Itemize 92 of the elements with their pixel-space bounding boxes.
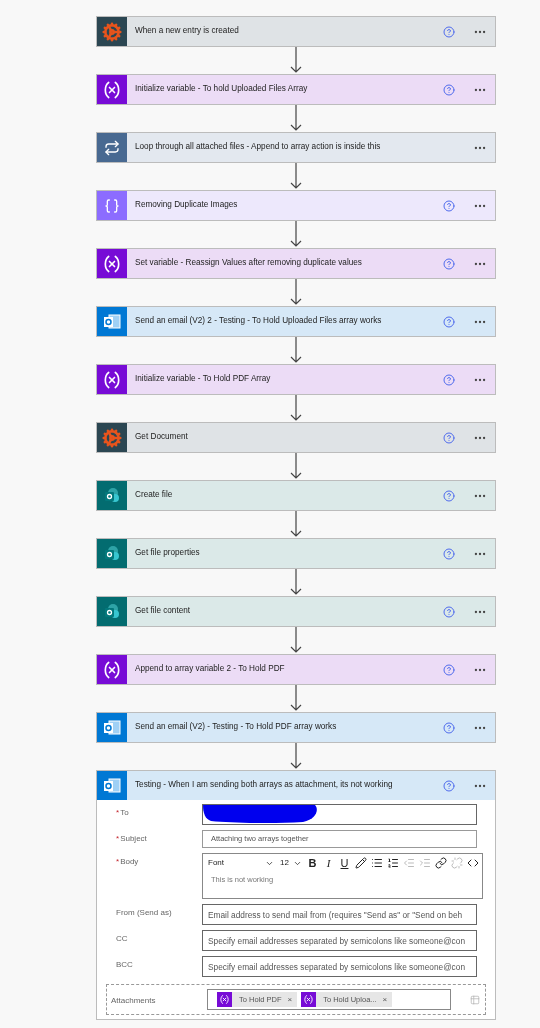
step-title: Set variable - Reassign Values after removing duplicate values (135, 257, 363, 270)
variable-icon (102, 659, 122, 680)
variable-icon (102, 79, 122, 100)
help-icon[interactable] (443, 431, 455, 444)
connector-arrow (290, 337, 302, 364)
connector-arrow (290, 511, 302, 538)
gear-icon (102, 427, 122, 448)
help-icon[interactable] (443, 257, 455, 270)
field-label: From (Send as) (116, 907, 172, 919)
variable-icon (102, 369, 122, 390)
step-header[interactable]: Set variable - Reassign Values after removing duplicate values (97, 249, 495, 278)
step-title: Get file properties (135, 547, 201, 560)
step-header[interactable]: When a new entry is created (97, 17, 495, 46)
field-label: CC (116, 933, 128, 945)
connector-arrow (290, 453, 302, 480)
step-header[interactable]: Get Document (97, 423, 495, 452)
font-select[interactable]: Font (205, 855, 277, 871)
help-icon[interactable] (443, 779, 455, 792)
step-header[interactable]: Append to array variable 2 - To Hold PDF (97, 655, 495, 684)
help-icon[interactable] (443, 25, 455, 38)
numbered-list-button[interactable] (385, 855, 400, 871)
input-field[interactable]: Specify email addresses separated by semicolons like someone@con (202, 956, 477, 977)
required-mark: * (116, 833, 120, 845)
help-icon[interactable] (443, 605, 455, 618)
help-icon[interactable] (443, 547, 455, 560)
input-field[interactable]: Email address to send mail from (requires "Send as" or "Send on beh (202, 904, 477, 925)
connector-arrow (290, 163, 302, 190)
step-title: Testing - When I am sending both arrays as attachment, its not working (135, 779, 394, 792)
step-title: Send an email (V2) 2 - Testing - To Hold Uploaded Files array works (135, 315, 383, 328)
to-field[interactable] (202, 804, 477, 825)
step-header[interactable]: Create file (97, 481, 495, 510)
mail-app-icon (103, 719, 121, 736)
step-title: Removing Duplicate Images (135, 199, 239, 212)
help-icon[interactable] (443, 315, 455, 328)
pen-button[interactable] (353, 855, 368, 871)
connector-arrow (290, 627, 302, 654)
variable-icon (219, 994, 230, 1005)
size-select[interactable]: 12 (278, 855, 304, 871)
connector-arrow (290, 395, 302, 422)
help-icon[interactable] (443, 83, 455, 96)
step-title: Send an email (V2) - Testing - To Hold PDF array works (135, 721, 338, 734)
connector-arrow (290, 105, 302, 132)
step-title: Get file content (135, 605, 192, 618)
help-icon[interactable] (443, 489, 455, 502)
step-title: Initialize variable - To hold Uploaded Files Array (135, 83, 309, 96)
connector-arrow (290, 47, 302, 74)
step-title: When a new entry is created (135, 25, 240, 38)
connector-arrow (290, 279, 302, 306)
braces-icon (104, 197, 120, 214)
connector-arrow (290, 221, 302, 248)
step-title: Create file (135, 489, 174, 502)
help-icon[interactable] (443, 663, 455, 676)
remove-token-button[interactable]: × (382, 993, 388, 1006)
step-header[interactable]: Removing Duplicate Images (97, 191, 495, 220)
help-icon[interactable] (443, 721, 455, 734)
italic-button[interactable]: I (321, 855, 336, 871)
step-header[interactable]: Send an email (V2) 2 - Testing - To Hold Uploaded Files array works (97, 307, 495, 336)
step-header[interactable]: Initialize variable - To Hold PDF Array (97, 365, 495, 394)
link-button[interactable] (433, 855, 448, 871)
step-title: Initialize variable - To Hold PDF Array (135, 373, 272, 386)
step-header[interactable]: Send an email (V2) - Testing - To Hold PDF array works (97, 713, 495, 742)
connector-arrow (290, 685, 302, 712)
step-header[interactable]: Testing - When I am sending both arrays as attachment, its not working (97, 771, 495, 800)
step-header[interactable]: Initialize variable - To hold Uploaded Files Array (97, 75, 495, 104)
field-label: Subject (120, 833, 147, 845)
help-icon[interactable] (443, 373, 455, 386)
step-header[interactable]: Get file properties (97, 539, 495, 568)
loop-icon (104, 139, 120, 156)
step-title: Loop through all attached files - Append to array action is inside this (135, 141, 382, 154)
field-label: BCC (116, 959, 133, 971)
mail-app-icon (103, 313, 121, 330)
step-title: Append to array variable 2 - To Hold PDF (135, 663, 286, 676)
table-icon (470, 994, 480, 1005)
required-mark: * (116, 856, 120, 868)
remove-token-button[interactable]: × (287, 993, 293, 1006)
input-field[interactable]: Specify email addresses separated by semicolons like someone@con (202, 930, 477, 951)
bold-button[interactable]: B (305, 855, 320, 871)
underline-button[interactable]: U (337, 855, 352, 871)
mail-app-icon (103, 777, 121, 794)
required-mark: * (116, 807, 120, 819)
variable-icon (303, 994, 315, 1005)
connector-arrow (290, 569, 302, 596)
step-title: Get Document (135, 431, 189, 444)
gear-icon (102, 21, 122, 42)
step-header[interactable]: Loop through all attached files - Append to array action is inside this (97, 133, 495, 162)
connector-arrow (290, 743, 302, 770)
variable-icon (102, 253, 122, 274)
step-header[interactable]: Get file content (97, 597, 495, 626)
field-label: Body (120, 856, 139, 868)
help-icon[interactable] (443, 199, 455, 212)
field-label: Attachments (111, 995, 156, 1005)
field-label: To (120, 807, 129, 819)
